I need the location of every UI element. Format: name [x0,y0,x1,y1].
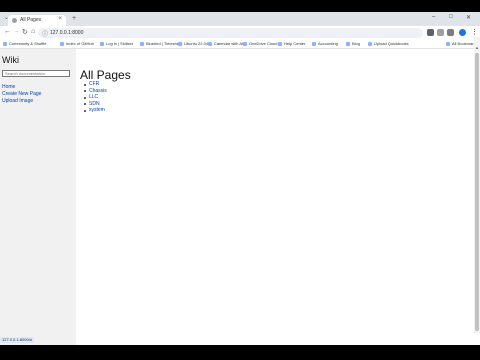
bookmark-item[interactable]: Blog [346,41,360,46]
tab-all-pages[interactable]: All Pages × [8,15,66,26]
bookmark-item[interactable]: Upload Quickbooks [368,41,409,46]
status-bar-url: 127.0.0.1:8000/# [0,337,35,343]
page-link[interactable]: system [84,107,107,114]
wiki-page: Wiki Home Create New Page Upload Image A… [0,49,474,345]
sidebar-link-create-new-page[interactable]: Create New Page [2,91,41,97]
close-window-button[interactable]: ✕ [466,14,471,21]
menu-icon[interactable]: ⋮ [471,28,478,36]
scrollbar-thumb[interactable] [475,53,479,331]
toolbar: ← → ↻ ⌂ ⓘ 127.0.0.1:8000 ⋮ [0,26,480,40]
bookmark-item[interactable]: Ubuntu 22.04 [178,41,208,46]
globe-icon [12,18,17,23]
bookmark-item[interactable]: OneDrive Cloud [243,41,277,46]
bookmarks-bar: Community & Shuffle Index of GitHub Log … [0,40,480,49]
minimize-button[interactable]: – [432,14,435,20]
tab-title: All Pages [20,17,42,23]
downloads-icon[interactable] [447,29,454,36]
profile-avatar[interactable] [459,29,466,36]
bookmark-item[interactable]: Help Center [278,41,305,46]
bookmark-item[interactable]: Bluebird | Timesheet [140,41,182,46]
vertical-scrollbar[interactable]: ▲ [474,37,480,333]
tab-strip: ⌄ All Pages × + – □ ✕ [0,12,480,26]
bookmark-item[interactable]: Index of GitHub [60,41,94,46]
url-text: 127.0.0.1:8000 [50,30,84,36]
bookmark-item[interactable]: Calendar with API [208,41,246,46]
new-tab-button[interactable]: + [72,15,76,22]
all-bookmarks[interactable]: All Bookmarks [446,41,478,46]
bookmark-star-icon[interactable] [437,29,444,36]
back-icon[interactable]: ← [4,28,11,35]
browser-window: ⌄ All Pages × + – □ ✕ ← → ↻ ⌂ ⓘ 127.0.0.… [0,12,480,345]
page-title: All Pages [80,68,131,82]
extension-icon[interactable] [427,29,434,36]
search-input[interactable] [2,70,70,77]
bookmark-item[interactable]: Accounting [312,41,338,46]
home-icon[interactable]: ⌂ [31,28,35,35]
sidebar: Wiki Home Create New Page Upload Image [0,49,76,345]
maximize-button[interactable]: □ [449,14,453,20]
forward-icon[interactable]: → [13,28,20,35]
bookmark-item[interactable]: Log in | Skillset [100,41,133,46]
page-list: CFR Chassis LLC SDN system [84,81,107,114]
bookmark-item[interactable]: Community & Shuffle [3,41,47,46]
sidebar-link-upload-image[interactable]: Upload Image [2,98,33,104]
scroll-up-icon[interactable]: ▲ [475,45,479,50]
reload-icon[interactable]: ↻ [22,28,28,36]
close-tab-button[interactable]: × [58,16,62,22]
site-info-icon[interactable]: ⓘ [42,29,48,38]
sidebar-link-home[interactable]: Home [2,84,15,90]
wiki-title: Wiki [2,55,19,65]
address-bar[interactable]: ⓘ 127.0.0.1:8000 [38,28,423,38]
